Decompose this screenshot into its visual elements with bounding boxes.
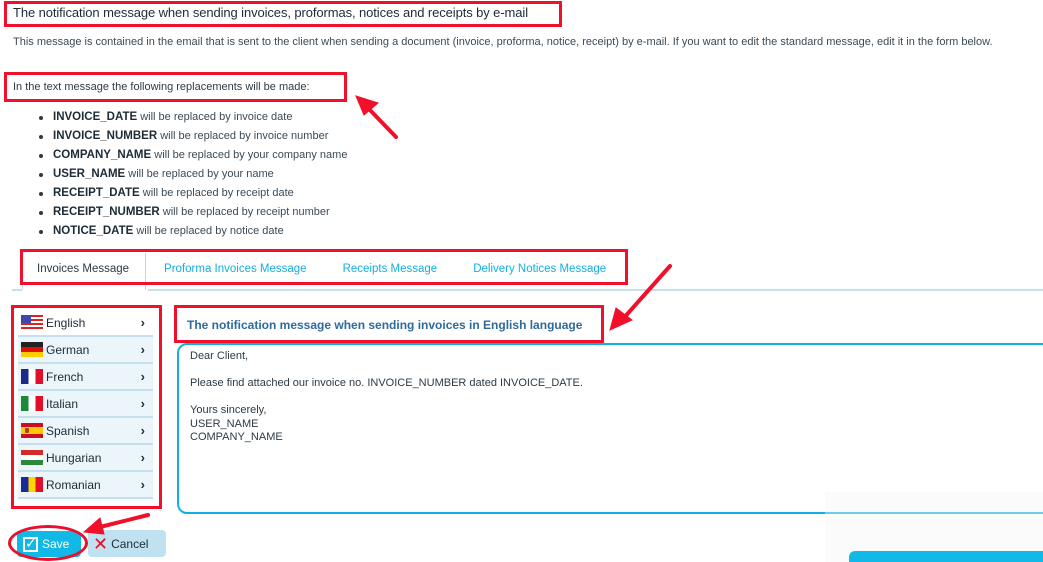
tab-invoices-message[interactable]: Invoices Message	[24, 253, 147, 290]
chevron-right-icon: ›	[140, 450, 145, 465]
annotation-arrowhead	[609, 307, 633, 331]
replacement-token: USER_NAME	[53, 168, 126, 180]
replacement-token: COMPANY_NAME	[53, 149, 152, 161]
language-item-german[interactable]: German ›	[18, 337, 153, 364]
bottom-accent-bar	[849, 551, 1043, 562]
message-tabs: Invoices Message Proforma Invoices Messa…	[24, 253, 624, 290]
replacement-item: INVOICE_NUMBER will be replaced by invoi…	[38, 127, 347, 146]
replacement-description: will be replaced by receipt number	[159, 206, 330, 218]
save-button[interactable]: Save	[17, 531, 81, 557]
tab-divider-tick	[22, 283, 23, 290]
language-label: Italian	[46, 396, 79, 411]
replacement-item: RECEIPT_DATE will be replaced by receipt…	[38, 184, 347, 203]
replacement-description: will be replaced by notice date	[133, 225, 284, 237]
language-item-french[interactable]: French ›	[18, 364, 153, 391]
language-item-english[interactable]: English ›	[18, 310, 153, 337]
language-label: English	[46, 315, 86, 330]
x-icon: ✕	[93, 533, 109, 554]
tab-delivery-notices-message[interactable]: Delivery Notices Message	[455, 253, 624, 290]
annotation-arrow-tabs-heading	[620, 264, 672, 322]
replacement-token: RECEIPT_DATE	[53, 187, 140, 199]
save-label: Save	[42, 537, 70, 551]
replacement-token: INVOICE_DATE	[53, 111, 138, 123]
language-label: Spanish	[46, 423, 90, 438]
replacement-item: NOTICE_DATE will be replaced by notice d…	[38, 222, 347, 241]
language-item-hungarian[interactable]: Hungarian ›	[18, 445, 153, 472]
language-item-spanish[interactable]: Spanish ›	[18, 418, 153, 445]
spain-flag-icon	[21, 423, 43, 438]
message-editor	[177, 343, 1043, 514]
language-list: English › German › French › Italian › Sp…	[18, 310, 153, 499]
page-title: The notification message when sending in…	[13, 5, 528, 20]
replacements-intro: In the text message the following replac…	[13, 81, 310, 93]
france-flag-icon	[21, 369, 43, 384]
cancel-button[interactable]: ✕ Cancel	[88, 530, 166, 557]
italy-flag-icon	[21, 396, 43, 411]
us-flag-icon	[21, 315, 43, 330]
language-label: Hungarian	[46, 450, 102, 465]
replacement-item: RECEIPT_NUMBER will be replaced by recei…	[38, 203, 347, 222]
page-description: This message is contained in the email t…	[13, 36, 993, 48]
replacement-item: COMPANY_NAME will be replaced by your co…	[38, 146, 348, 165]
tab-divider-left	[12, 289, 22, 291]
germany-flag-icon	[21, 342, 43, 357]
checkbox-check-icon	[23, 535, 38, 552]
replacement-description: will be replaced by your name	[125, 168, 274, 180]
replacement-token: INVOICE_NUMBER	[53, 130, 158, 142]
replacement-item: INVOICE_DATE will be replaced by invoice…	[38, 108, 347, 127]
language-item-romanian[interactable]: Romanian ›	[18, 472, 153, 499]
romania-flag-icon	[21, 477, 43, 492]
annotation-arrow-save	[98, 513, 150, 529]
language-item-italian[interactable]: Italian ›	[18, 391, 153, 418]
replacement-token: RECEIPT_NUMBER	[53, 206, 160, 218]
replacement-description: will be replaced by your company name	[151, 149, 348, 161]
language-label: French	[46, 369, 84, 384]
chevron-right-icon: ›	[140, 315, 145, 330]
replacement-item: USER_NAME will be replaced by your name	[38, 165, 347, 184]
annotation-arrow-replacements	[366, 106, 398, 139]
language-label: Romanian	[46, 477, 101, 492]
cancel-label: Cancel	[111, 536, 149, 551]
language-label: German	[46, 342, 90, 357]
chevron-right-icon: ›	[140, 396, 145, 411]
chevron-right-icon: ›	[140, 369, 145, 384]
replacement-description: will be replaced by invoice number	[157, 130, 329, 142]
chevron-right-icon: ›	[140, 477, 145, 492]
replacement-token: NOTICE_DATE	[53, 225, 134, 237]
replacements-list: INVOICE_DATE will be replaced by invoice…	[38, 108, 348, 241]
replacement-description: will be replaced by invoice date	[137, 111, 293, 123]
chevron-right-icon: ›	[140, 423, 145, 438]
tab-proforma-invoices-message[interactable]: Proforma Invoices Message	[146, 253, 325, 290]
hungary-flag-icon	[21, 450, 43, 465]
chevron-right-icon: ›	[140, 342, 145, 357]
editor-heading: The notification message when sending in…	[187, 318, 583, 332]
annotation-arrowhead	[355, 95, 380, 116]
replacement-description: will be replaced by receipt date	[139, 187, 294, 199]
tab-receipts-message[interactable]: Receipts Message	[325, 253, 456, 290]
message-textarea[interactable]	[190, 350, 1043, 507]
